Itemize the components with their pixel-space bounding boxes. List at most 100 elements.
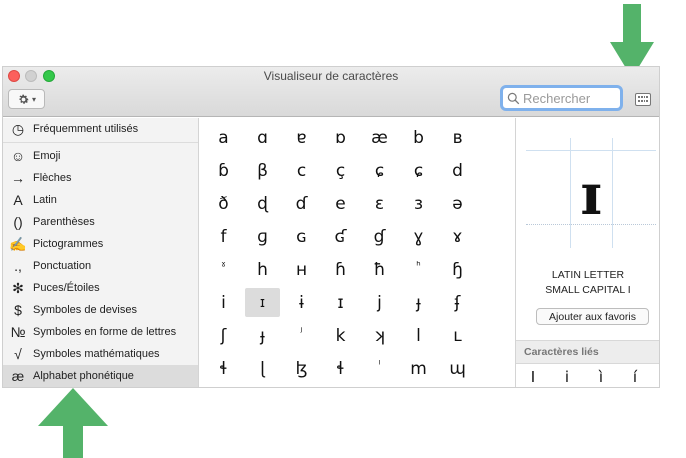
character-cell[interactable]: ʰ bbox=[399, 253, 438, 286]
sidebar-item-label: Parenthèses bbox=[33, 216, 95, 228]
character-name-line1: LATIN LETTER bbox=[551, 269, 625, 281]
character-cell[interactable]: ɢ bbox=[282, 220, 321, 253]
sidebar-item-label: Emoji bbox=[33, 150, 61, 162]
character-cell[interactable]: f bbox=[204, 220, 243, 253]
character-cell[interactable]: ɬ bbox=[204, 352, 243, 385]
sidebar-item[interactable]: A Latin bbox=[3, 189, 198, 211]
related-character[interactable]: i bbox=[550, 368, 584, 386]
sidebar-item[interactable]: æ Alphabet phonétique bbox=[3, 365, 198, 387]
character-cell[interactable]: ʟ bbox=[438, 319, 477, 352]
category-icon: ◷ bbox=[11, 120, 25, 137]
sidebar-item-label: Fréquemment utilisés bbox=[33, 123, 139, 135]
search-field[interactable] bbox=[500, 85, 623, 111]
character-cell[interactable]: ʞ bbox=[360, 319, 399, 352]
character-cell[interactable]: ʙ bbox=[438, 121, 477, 154]
character-cell[interactable]: ʜ bbox=[282, 253, 321, 286]
character-cell[interactable]: ɭ bbox=[243, 352, 282, 385]
category-icon: № bbox=[10, 324, 26, 340]
action-menu-button[interactable]: ▾ bbox=[8, 89, 45, 109]
character-cell[interactable]: ɱ bbox=[243, 385, 282, 387]
character-cell[interactable]: β bbox=[243, 154, 282, 187]
sidebar-item[interactable]: () Parenthèses bbox=[3, 211, 198, 233]
sidebar-item-label: Flèches bbox=[33, 172, 72, 184]
character-cell[interactable]: ɰ bbox=[438, 352, 477, 385]
character-cell[interactable]: ɟ bbox=[243, 319, 282, 352]
character-cell[interactable]: ɬ bbox=[321, 352, 360, 385]
character-cell[interactable]: ɕ bbox=[360, 154, 399, 187]
character-cell[interactable]: ɗ bbox=[282, 187, 321, 220]
window-title: Visualiseur de caractères bbox=[263, 69, 399, 83]
character-cell[interactable]: ɤ bbox=[438, 220, 477, 253]
character-cell[interactable]: m bbox=[399, 352, 438, 385]
character-cell[interactable]: ð bbox=[204, 187, 243, 220]
character-cell[interactable]: a bbox=[204, 121, 243, 154]
sidebar-item[interactable]: $ Symboles de devises bbox=[3, 299, 198, 321]
add-to-favorites-button[interactable]: Ajouter aux favoris bbox=[536, 308, 649, 325]
keyboard-viewer-icon[interactable] bbox=[635, 93, 651, 106]
sidebar-item[interactable]: √ Symboles mathématiques bbox=[3, 343, 198, 365]
character-cell[interactable]: ʲ bbox=[282, 319, 321, 352]
character-cell[interactable]: ɧ bbox=[438, 253, 477, 286]
character-cell[interactable]: ħ bbox=[360, 253, 399, 286]
annotation-arrow-up-icon bbox=[38, 388, 108, 458]
character-cell[interactable]: ɡ bbox=[243, 220, 282, 253]
character-cell[interactable]: ɲ bbox=[438, 385, 477, 387]
sidebar-item[interactable]: № Symboles en forme de lettres bbox=[3, 321, 198, 343]
character-cell[interactable]: ɓ bbox=[204, 154, 243, 187]
category-icon: A bbox=[13, 192, 23, 208]
character-cell[interactable]: ɟ bbox=[399, 286, 438, 319]
character-cell[interactable]: e bbox=[321, 187, 360, 220]
character-cell[interactable]: ɴ bbox=[321, 385, 360, 387]
character-cell[interactable]: n bbox=[282, 385, 321, 387]
character-cell[interactable]: d bbox=[438, 154, 477, 187]
character-cell[interactable]: ʄ bbox=[438, 286, 477, 319]
character-cell[interactable]: ɛ bbox=[360, 187, 399, 220]
character-cell[interactable]: ə bbox=[438, 187, 477, 220]
character-cell[interactable]: j bbox=[360, 286, 399, 319]
character-cell[interactable]: ɳ bbox=[399, 385, 438, 387]
character-cell[interactable]: i bbox=[204, 286, 243, 319]
character-cell[interactable]: b bbox=[399, 121, 438, 154]
sidebar-item[interactable]: ☺ Emoji bbox=[3, 145, 198, 167]
character-cell[interactable]: ɣ bbox=[399, 220, 438, 253]
character-cell[interactable]: ˡ bbox=[360, 352, 399, 385]
character-cell[interactable]: ç bbox=[321, 154, 360, 187]
character-cell[interactable]: ɑ bbox=[243, 121, 282, 154]
sidebar-item[interactable]: ◷ Fréquemment utilisés bbox=[3, 118, 198, 140]
search-input[interactable] bbox=[523, 90, 615, 106]
character-cell[interactable]: l bbox=[399, 319, 438, 352]
related-characters: Iiìí bbox=[516, 368, 659, 386]
related-character[interactable]: I bbox=[516, 368, 550, 386]
character-cell[interactable]: ɨ bbox=[282, 286, 321, 319]
character-cell[interactable]: ɪ bbox=[321, 286, 360, 319]
character-cell[interactable]: ɪ bbox=[245, 288, 280, 317]
character-cell[interactable]: ɒ bbox=[321, 121, 360, 154]
related-character[interactable]: ì bbox=[584, 368, 618, 386]
sidebar-item[interactable]: ✻ Puces/Étoiles bbox=[3, 277, 198, 299]
selected-glyph: ɪ bbox=[580, 162, 602, 228]
character-cell[interactable]: ɜ bbox=[399, 187, 438, 220]
character-cell[interactable]: ŋ bbox=[360, 385, 399, 387]
character-cell[interactable]: c bbox=[282, 154, 321, 187]
character-cell[interactable]: ɯ bbox=[204, 385, 243, 387]
character-cell[interactable]: ˠ bbox=[204, 253, 243, 286]
character-cell[interactable]: k bbox=[321, 319, 360, 352]
sidebar-item[interactable]: ✍ Pictogrammes bbox=[3, 233, 198, 255]
chevron-down-icon: ▾ bbox=[31, 94, 36, 104]
character-cell[interactable]: æ bbox=[360, 121, 399, 154]
category-icon: ✍ bbox=[9, 235, 27, 252]
related-character[interactable]: í bbox=[618, 368, 652, 386]
sidebar-item[interactable]: → Flèches bbox=[3, 167, 198, 189]
character-cell[interactable]: ɮ bbox=[282, 352, 321, 385]
character-cell[interactable]: ɐ bbox=[282, 121, 321, 154]
sidebar-item[interactable]: ., Ponctuation bbox=[3, 255, 198, 277]
character-cell[interactable]: ɠ bbox=[360, 220, 399, 253]
character-cell[interactable]: ʃ bbox=[204, 319, 243, 352]
character-cell[interactable]: ɖ bbox=[243, 187, 282, 220]
category-sidebar: ◷ Fréquemment utilisés ☺ Emoji → Flèches A Lati… bbox=[3, 118, 199, 387]
character-cell[interactable]: ʛ bbox=[321, 220, 360, 253]
category-icon: → bbox=[11, 170, 25, 186]
character-cell[interactable]: ɦ bbox=[321, 253, 360, 286]
character-cell[interactable]: h bbox=[243, 253, 282, 286]
character-cell[interactable]: ɕ bbox=[399, 154, 438, 187]
